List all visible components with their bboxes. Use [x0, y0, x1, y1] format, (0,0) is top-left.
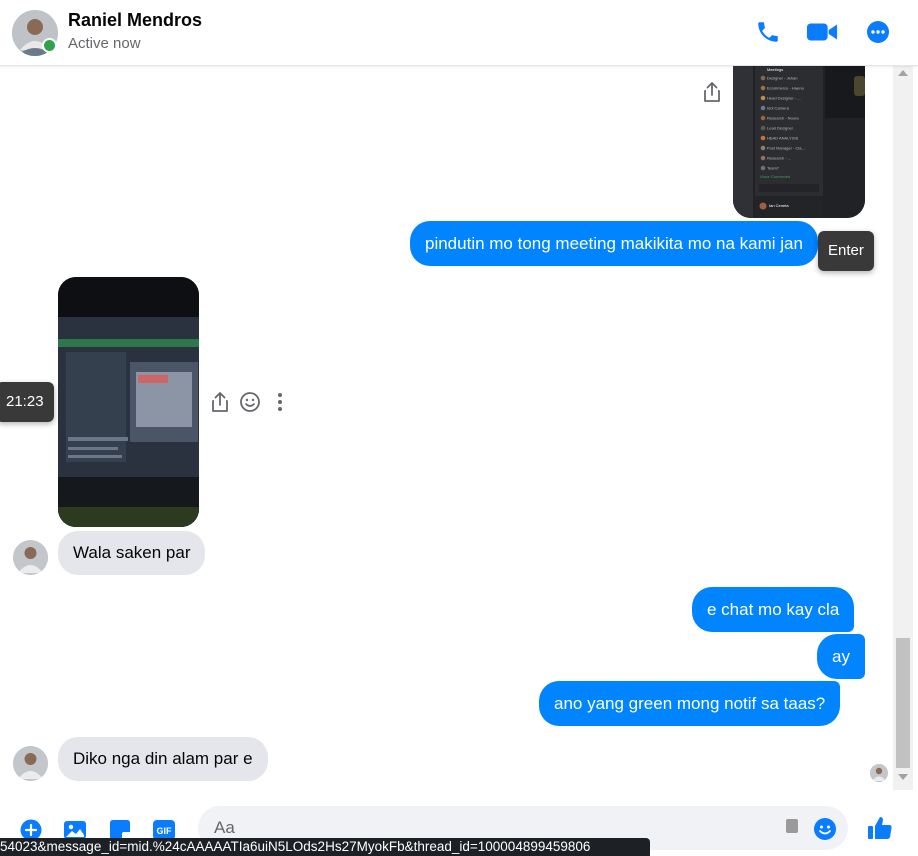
preview-row: Head Designer - ... [767, 96, 801, 101]
enter-tooltip: Enter [818, 231, 874, 271]
preview-row: Lead Designer [767, 126, 794, 131]
sent-message[interactable]: ay [817, 634, 865, 679]
seen-by-avatar [870, 764, 888, 782]
preview-row: Research - ... [767, 156, 791, 161]
share-icon[interactable] [208, 390, 232, 414]
contact-avatar-small[interactable] [13, 746, 48, 781]
preview-row: Team7 [767, 166, 780, 171]
preview-row: Research - Noura [767, 116, 799, 121]
contact-name[interactable]: Raniel Mendros [68, 10, 202, 31]
sent-message[interactable]: e chat mo kay cla [692, 587, 855, 632]
preview-voice-status: Voice Connected [760, 174, 790, 179]
chat-header: Raniel Mendros Active now [0, 0, 918, 66]
sent-photo[interactable]: Meetings Designer - Jehan Ecommerce - Ha… [733, 66, 865, 218]
more-actions-icon[interactable] [268, 390, 292, 414]
status-bar-url: 54023&message_id=mid.%24cAAAAATIa6uiN5LO… [0, 838, 650, 856]
received-message[interactable]: Wala saken par [58, 531, 206, 575]
share-icon[interactable] [700, 80, 724, 104]
contact-status: Active now [68, 35, 141, 52]
sent-message[interactable]: pindutin mo tong meeting makikita mo na … [410, 221, 818, 266]
react-emoji-icon[interactable] [238, 390, 262, 414]
preview-row: Ecommerce - Haena [767, 86, 804, 91]
emoji-icon[interactable] [813, 817, 837, 841]
timestamp-tooltip: 21:23 [0, 382, 54, 422]
preview-title: Meetings [767, 67, 783, 72]
gif-label: GIF [157, 826, 173, 836]
preview-row: Designer - Jehan [767, 76, 797, 81]
scroll-down-arrow-icon[interactable] [898, 774, 908, 780]
like-icon[interactable] [866, 814, 894, 842]
received-photo[interactable] [58, 277, 199, 527]
sent-message[interactable]: ano yang green mong notif sa taas? [539, 681, 841, 726]
message-list[interactable]: Meetings Designer - Jehan Ecommerce - Ha… [0, 66, 892, 790]
preview-user: Ian Ceneta [769, 203, 789, 208]
preview-row: HEAD ANALYSIS [767, 136, 799, 141]
phone-icon[interactable] [752, 16, 784, 48]
chat-scrollbar[interactable] [893, 66, 913, 790]
scroll-up-arrow-icon[interactable] [898, 70, 908, 76]
received-message[interactable]: Diko nga din alam par e [58, 737, 268, 781]
attachment-indicator-icon [780, 814, 804, 838]
preview-row: Post Manager - Cla... [767, 146, 805, 151]
online-status-indicator [42, 38, 57, 53]
video-call-icon[interactable] [806, 16, 838, 48]
preview-row: Idol Camera [767, 106, 790, 111]
more-options-icon[interactable] [862, 16, 894, 48]
scrollbar-thumb[interactable] [896, 638, 910, 768]
contact-avatar-small[interactable] [13, 540, 48, 575]
